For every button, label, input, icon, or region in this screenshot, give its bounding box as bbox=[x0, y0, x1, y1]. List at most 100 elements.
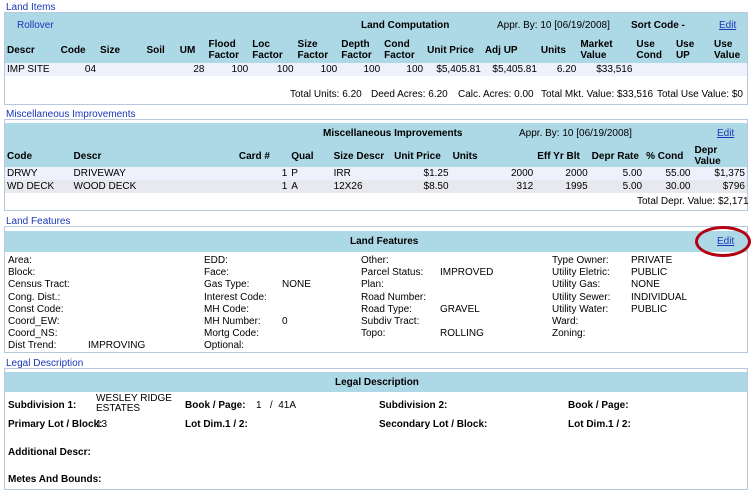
column-header: Size bbox=[100, 44, 121, 56]
column-header: Use Value bbox=[714, 39, 741, 61]
feature-value: PRIVATE bbox=[631, 255, 673, 266]
feature-value: PUBLIC bbox=[631, 267, 668, 279]
book-page-value: 1 / 41A bbox=[256, 400, 297, 411]
misc-edit-link[interactable]: Edit bbox=[717, 128, 734, 139]
feature-label: Coord_EW: bbox=[8, 316, 60, 327]
column-header: Cond Factor bbox=[384, 39, 415, 61]
total-use-value: Total Use Value: $0 bbox=[657, 89, 743, 100]
table-cell: A bbox=[291, 181, 298, 192]
total-units: Total Units: 6.20 bbox=[290, 89, 362, 100]
feature-label: Utility Water: bbox=[552, 303, 609, 315]
legal-panel: Legal Description Subdivision 1: WESLEY … bbox=[4, 368, 748, 490]
feature-value: PUBLIC bbox=[631, 303, 668, 315]
table-cell: P bbox=[291, 168, 298, 179]
column-header: Depr Value bbox=[694, 145, 721, 167]
table-cell: 28 bbox=[193, 64, 205, 75]
misc-appr-by: Appr. By: 10 [06/19/2008] bbox=[519, 128, 632, 139]
column-header: Adj UP bbox=[484, 44, 518, 56]
feature-label: Census Tract: bbox=[8, 279, 70, 291]
column-header: Code bbox=[60, 44, 86, 56]
table-cell: $5,405.81 bbox=[436, 64, 481, 75]
table-cell: 5.00 bbox=[622, 181, 643, 192]
column-header: Card # bbox=[238, 150, 270, 162]
feature-label: Interest Code: bbox=[204, 291, 267, 303]
feature-label: Ward: bbox=[552, 316, 579, 327]
lot-dim-label: Lot Dim.1 / 2: bbox=[185, 419, 248, 430]
table-cell: 2000 bbox=[565, 168, 588, 179]
table-cell: 30.00 bbox=[665, 181, 691, 192]
feature-value: 0 bbox=[282, 316, 288, 327]
land-items-table: Descr Code Size Soil UM Flood Factor Loc Facto… bbox=[5, 37, 747, 76]
table-cell: 6.20 bbox=[556, 64, 577, 75]
column-header: Qual bbox=[291, 150, 314, 162]
land-computation-title: Land Computation bbox=[361, 20, 450, 31]
lot-dim2-label: Lot Dim.1 / 2: bbox=[568, 419, 631, 430]
column-header: Units bbox=[540, 44, 566, 56]
table-cell bbox=[634, 63, 674, 76]
feature-label: Plan: bbox=[361, 279, 384, 291]
table-cell: 5.00 bbox=[622, 168, 643, 179]
book-page-label: Book / Page: bbox=[185, 400, 246, 411]
feature-label: Subdiv Tract: bbox=[361, 316, 420, 327]
table-cell: $1,375 bbox=[714, 168, 745, 179]
column-header: Descr bbox=[73, 150, 102, 162]
table-row: DRWY DRIVEWAY 1 P IRR $1.25 2000 2000 5.00 55.00 $… bbox=[5, 167, 747, 180]
feature-label: Face: bbox=[204, 267, 230, 279]
misc-table: Code Descr Card # Qual Size Descr Unit Price U… bbox=[5, 145, 747, 193]
column-header: Flood Factor bbox=[208, 39, 240, 61]
table-cell bbox=[98, 63, 144, 76]
table-cell: 100 bbox=[276, 64, 294, 75]
column-header: Unit Price bbox=[427, 44, 474, 56]
feature-label: Coord_NS: bbox=[8, 328, 58, 340]
feature-label: Gas Type: bbox=[204, 279, 250, 291]
feature-label: Type Owner: bbox=[552, 255, 609, 266]
sort-code-label: Sort Code - bbox=[631, 20, 685, 31]
feature-label: Road Number: bbox=[361, 291, 427, 303]
table-cell: $8.50 bbox=[423, 181, 449, 192]
feature-label: Area: bbox=[8, 255, 32, 266]
feature-value: INDIVIDUAL bbox=[631, 291, 688, 303]
column-header: Descr bbox=[7, 44, 35, 56]
table-cell: $1.25 bbox=[423, 168, 449, 179]
column-header: Eff Yr Blt bbox=[537, 150, 580, 162]
feature-label: EDD: bbox=[204, 255, 228, 266]
table-cell: 1 bbox=[281, 181, 288, 192]
table-row: WD DECK WOOD DECK 1 A 12X26 $8.50 312 1995 5.00 3… bbox=[5, 180, 747, 193]
column-header: Code bbox=[7, 150, 32, 162]
column-header: % Cond bbox=[646, 150, 684, 162]
feature-label: Block: bbox=[8, 267, 36, 279]
table-cell: 2000 bbox=[510, 168, 534, 179]
feature-label: Other: bbox=[361, 255, 389, 266]
land-items-edit-link[interactable]: Edit bbox=[719, 20, 736, 31]
feature-value: IMPROVED bbox=[440, 267, 494, 279]
table-cell: 312 bbox=[516, 181, 534, 192]
feature-label: Optional: bbox=[204, 340, 245, 352]
column-header: Loc Factor bbox=[252, 39, 283, 61]
column-header: Depr Rate bbox=[591, 150, 639, 162]
subdivision1-label: Subdivision 1: bbox=[8, 400, 77, 411]
feature-label: Const Code: bbox=[8, 303, 64, 315]
table-cell: $5,405.81 bbox=[492, 64, 537, 75]
column-header: Size Factor bbox=[297, 39, 329, 61]
column-header: Units bbox=[452, 150, 478, 162]
column-header: Market Value bbox=[580, 39, 613, 61]
rollover-link[interactable]: Rollover bbox=[17, 20, 54, 31]
table-cell: 1995 bbox=[565, 181, 588, 192]
land-items-header-row: Descr Code Size Soil UM Flood Factor Loc Facto… bbox=[5, 37, 747, 63]
table-cell bbox=[674, 63, 712, 76]
misc-header-row: Code Descr Card # Qual Size Descr Unit Price U… bbox=[5, 145, 747, 167]
feature-label: Topo: bbox=[361, 328, 386, 340]
feature-label: Cong. Dist.: bbox=[8, 291, 61, 303]
table-cell: 55.00 bbox=[665, 168, 691, 179]
table-cell: 100 bbox=[406, 64, 424, 75]
total-depr-value: Total Depr. Value: $2,171 bbox=[637, 196, 749, 207]
feature-label: Utility Gas: bbox=[552, 279, 601, 291]
table-cell: 04 bbox=[84, 64, 97, 75]
feature-label: Dist Trend: bbox=[8, 340, 57, 352]
total-mkt-value: Total Mkt. Value: $33,516 bbox=[541, 89, 654, 100]
deed-acres: Deed Acres: 6.20 bbox=[371, 89, 448, 100]
column-header: Size Descr bbox=[333, 150, 385, 162]
table-cell bbox=[712, 63, 747, 76]
feature-value: NONE bbox=[631, 279, 660, 291]
feature-label: Parcel Status: bbox=[361, 267, 424, 279]
